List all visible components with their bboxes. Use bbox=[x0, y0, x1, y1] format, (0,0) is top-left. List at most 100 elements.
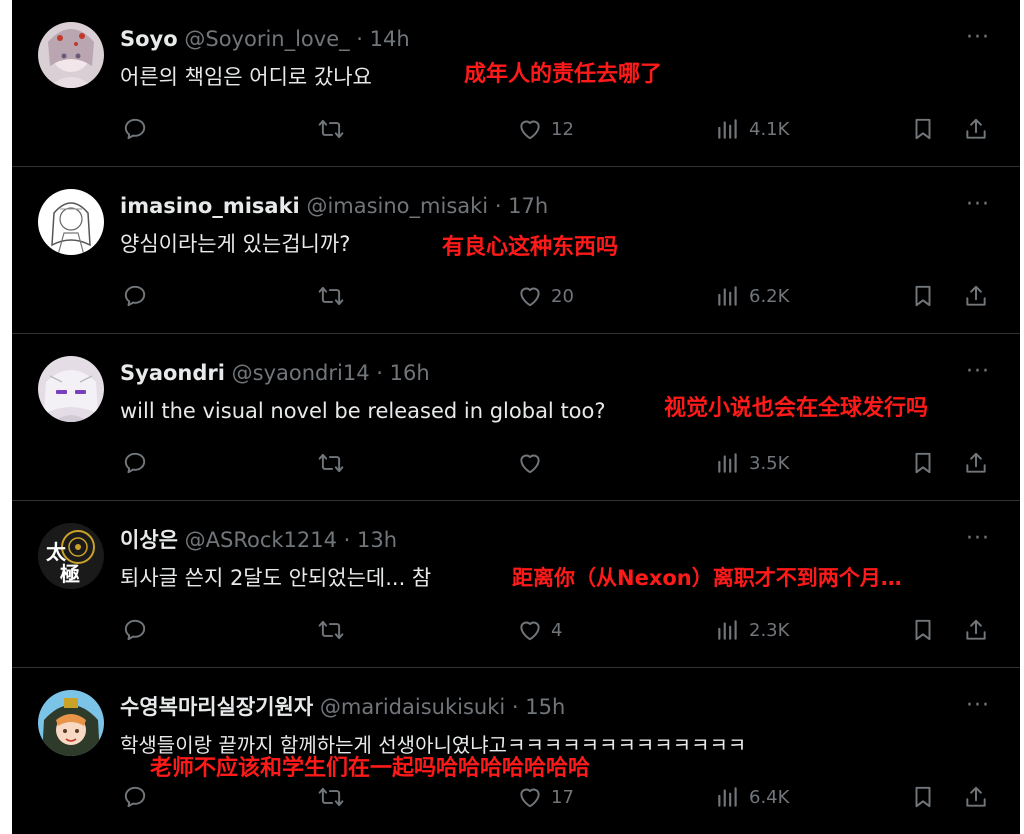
share-button[interactable] bbox=[963, 448, 989, 478]
reply-button[interactable] bbox=[122, 281, 148, 311]
svg-text:極: 極 bbox=[59, 562, 80, 586]
reply-button[interactable] bbox=[122, 448, 148, 478]
bookmark-icon bbox=[915, 452, 931, 474]
like-count: 4 bbox=[551, 619, 563, 641]
analytics-icon bbox=[718, 620, 737, 640]
share-button[interactable] bbox=[963, 114, 989, 144]
tweet-header: Soyo @Soyorin_love_ · 14h bbox=[120, 24, 410, 54]
timestamp[interactable]: 13h bbox=[357, 528, 397, 552]
share-button[interactable] bbox=[963, 615, 989, 645]
retweet-icon bbox=[318, 453, 344, 473]
analytics-icon bbox=[718, 119, 737, 139]
retweet-button[interactable] bbox=[318, 114, 344, 144]
more-icon[interactable]: ··· bbox=[966, 361, 990, 383]
share-icon bbox=[966, 118, 986, 139]
separator: · bbox=[337, 528, 358, 552]
avatar[interactable] bbox=[38, 690, 104, 756]
share-icon bbox=[966, 285, 986, 306]
views-button[interactable]: 3.5K bbox=[715, 448, 789, 478]
view-count: 6.2K bbox=[749, 285, 790, 307]
tweet-header: Syaondri @syaondri14 · 16h bbox=[120, 358, 430, 388]
bookmark-icon bbox=[915, 619, 931, 641]
share-button[interactable] bbox=[963, 281, 989, 311]
separator: · bbox=[488, 194, 509, 218]
reply-button[interactable] bbox=[122, 782, 148, 812]
display-name[interactable]: Syaondri bbox=[120, 361, 225, 385]
tweet-text: 퇴사글 쓴지 2달도 안되었는데... 참 bbox=[120, 566, 432, 590]
reply-tweet[interactable]: Syaondri @syaondri14 · 16h ··· will the … bbox=[12, 334, 1020, 501]
retweet-icon bbox=[318, 787, 344, 807]
taiji-avatar-image: 太 極 bbox=[38, 523, 104, 589]
heart-icon bbox=[520, 287, 540, 307]
analytics-icon bbox=[718, 787, 737, 807]
more-icon[interactable]: ··· bbox=[966, 695, 990, 717]
more-icon[interactable]: ··· bbox=[966, 194, 990, 216]
reply-tweet[interactable]: Soyo @Soyorin_love_ · 14h ··· 어른의 책임은 어디… bbox=[12, 0, 1020, 167]
tweet-text: 어른의 책임은 어디로 갔나요 bbox=[120, 65, 372, 89]
retweet-button[interactable] bbox=[318, 281, 344, 311]
share-icon bbox=[966, 619, 986, 640]
avatar[interactable] bbox=[38, 22, 104, 88]
user-handle[interactable]: @imasino_misaki bbox=[306, 194, 488, 218]
bookmark-icon bbox=[915, 118, 931, 140]
user-handle[interactable]: @ASRock1214 bbox=[185, 528, 337, 552]
timestamp[interactable]: 15h bbox=[525, 695, 565, 719]
retweet-icon bbox=[318, 620, 344, 640]
timestamp[interactable]: 16h bbox=[390, 361, 430, 385]
bookmark-button[interactable] bbox=[910, 448, 936, 478]
user-handle[interactable]: @syaondri14 bbox=[232, 361, 370, 385]
avatar[interactable] bbox=[38, 189, 104, 255]
translation-annotation: 成年人的责任去哪了 bbox=[464, 62, 663, 87]
retweet-icon bbox=[318, 119, 344, 139]
analytics-icon bbox=[718, 453, 737, 473]
syaondri-avatar-image bbox=[38, 356, 104, 422]
view-count: 3.5K bbox=[749, 452, 790, 474]
heart-icon bbox=[520, 788, 540, 808]
bookmark-button[interactable] bbox=[910, 281, 936, 311]
separator: · bbox=[369, 361, 390, 385]
views-button[interactable]: 2.3K bbox=[715, 615, 789, 645]
retweet-icon bbox=[318, 286, 344, 306]
misaki-avatar-image bbox=[38, 189, 104, 255]
timestamp[interactable]: 14h bbox=[370, 27, 410, 51]
bookmark-button[interactable] bbox=[910, 114, 936, 144]
avatar[interactable]: 太 極 bbox=[38, 523, 104, 589]
views-button[interactable]: 4.1K bbox=[715, 114, 789, 144]
like-button[interactable]: 20 bbox=[517, 281, 574, 311]
more-icon[interactable]: ··· bbox=[966, 528, 990, 550]
timestamp[interactable]: 17h bbox=[508, 194, 548, 218]
user-handle[interactable]: @maridaisukisuki bbox=[320, 695, 505, 719]
translation-annotation: 有良心这种东西吗 bbox=[442, 235, 619, 260]
separator: · bbox=[349, 27, 370, 51]
svg-text:太: 太 bbox=[46, 540, 67, 564]
reply-tweet[interactable]: 太 極 이상은 @ASRock1214 · 13h ··· 퇴사글 쓴지 2달도… bbox=[12, 501, 1020, 668]
like-button[interactable]: 17 bbox=[517, 782, 574, 812]
views-button[interactable]: 6.4K bbox=[715, 782, 789, 812]
view-count: 6.4K bbox=[749, 786, 790, 808]
like-button[interactable]: 4 bbox=[517, 615, 562, 645]
bookmark-button[interactable] bbox=[910, 615, 936, 645]
reply-button[interactable] bbox=[122, 615, 148, 645]
share-button[interactable] bbox=[963, 782, 989, 812]
display-name[interactable]: Soyo bbox=[120, 27, 178, 51]
heart-icon bbox=[520, 120, 540, 140]
like-button[interactable]: 12 bbox=[517, 114, 574, 144]
like-count: 17 bbox=[551, 786, 574, 808]
like-button[interactable] bbox=[517, 448, 551, 478]
retweet-button[interactable] bbox=[318, 615, 344, 645]
display-name[interactable]: imasino_misaki bbox=[120, 194, 300, 218]
reply-tweet[interactable]: imasino_misaki @imasino_misaki · 17h ···… bbox=[12, 167, 1020, 334]
reply-button[interactable] bbox=[122, 114, 148, 144]
display-name[interactable]: 수영복마리실장기원자 bbox=[120, 695, 313, 719]
retweet-button[interactable] bbox=[318, 782, 344, 812]
reply-tweet[interactable]: 수영복마리실장기원자 @maridaisukisuki · 15h ··· 학생… bbox=[12, 668, 1020, 834]
like-count: 12 bbox=[551, 118, 574, 140]
user-handle[interactable]: @Soyorin_love_ bbox=[184, 27, 349, 51]
tweet-header: 이상은 @ASRock1214 · 13h bbox=[120, 525, 397, 555]
avatar[interactable] bbox=[38, 356, 104, 422]
retweet-button[interactable] bbox=[318, 448, 344, 478]
bookmark-button[interactable] bbox=[910, 782, 936, 812]
more-icon[interactable]: ··· bbox=[966, 27, 990, 49]
display-name[interactable]: 이상은 bbox=[120, 528, 178, 552]
views-button[interactable]: 6.2K bbox=[715, 281, 789, 311]
